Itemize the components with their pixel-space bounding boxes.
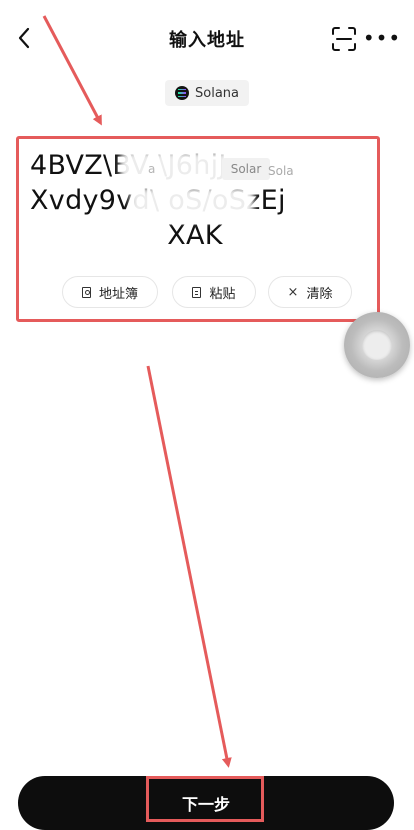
address-book-button[interactable]: 地址簿 <box>62 276 158 308</box>
paste-button[interactable]: 粘贴 <box>172 276 256 308</box>
solana-logo-icon <box>175 86 189 100</box>
arrow-to-next <box>146 365 232 768</box>
clipboard-icon <box>192 286 202 298</box>
more-icon: ••• <box>362 26 402 50</box>
network-chip[interactable]: Solana <box>165 80 249 106</box>
scan-button[interactable] <box>330 25 358 53</box>
paste-label: 粘贴 <box>209 286 236 302</box>
address-book-icon <box>81 286 91 298</box>
annotation-arrows <box>42 15 232 768</box>
clear-label: 清除 <box>306 286 333 302</box>
network-label: Solana <box>195 85 239 101</box>
assistive-touch-button[interactable] <box>344 312 410 378</box>
scan-icon <box>332 27 356 51</box>
address-book-label: 地址簿 <box>98 286 138 302</box>
next-button-highlight <box>146 776 264 822</box>
close-icon: × <box>287 284 299 300</box>
more-menu-button[interactable]: ••• <box>362 22 402 54</box>
clear-button[interactable]: × 清除 <box>268 276 352 308</box>
